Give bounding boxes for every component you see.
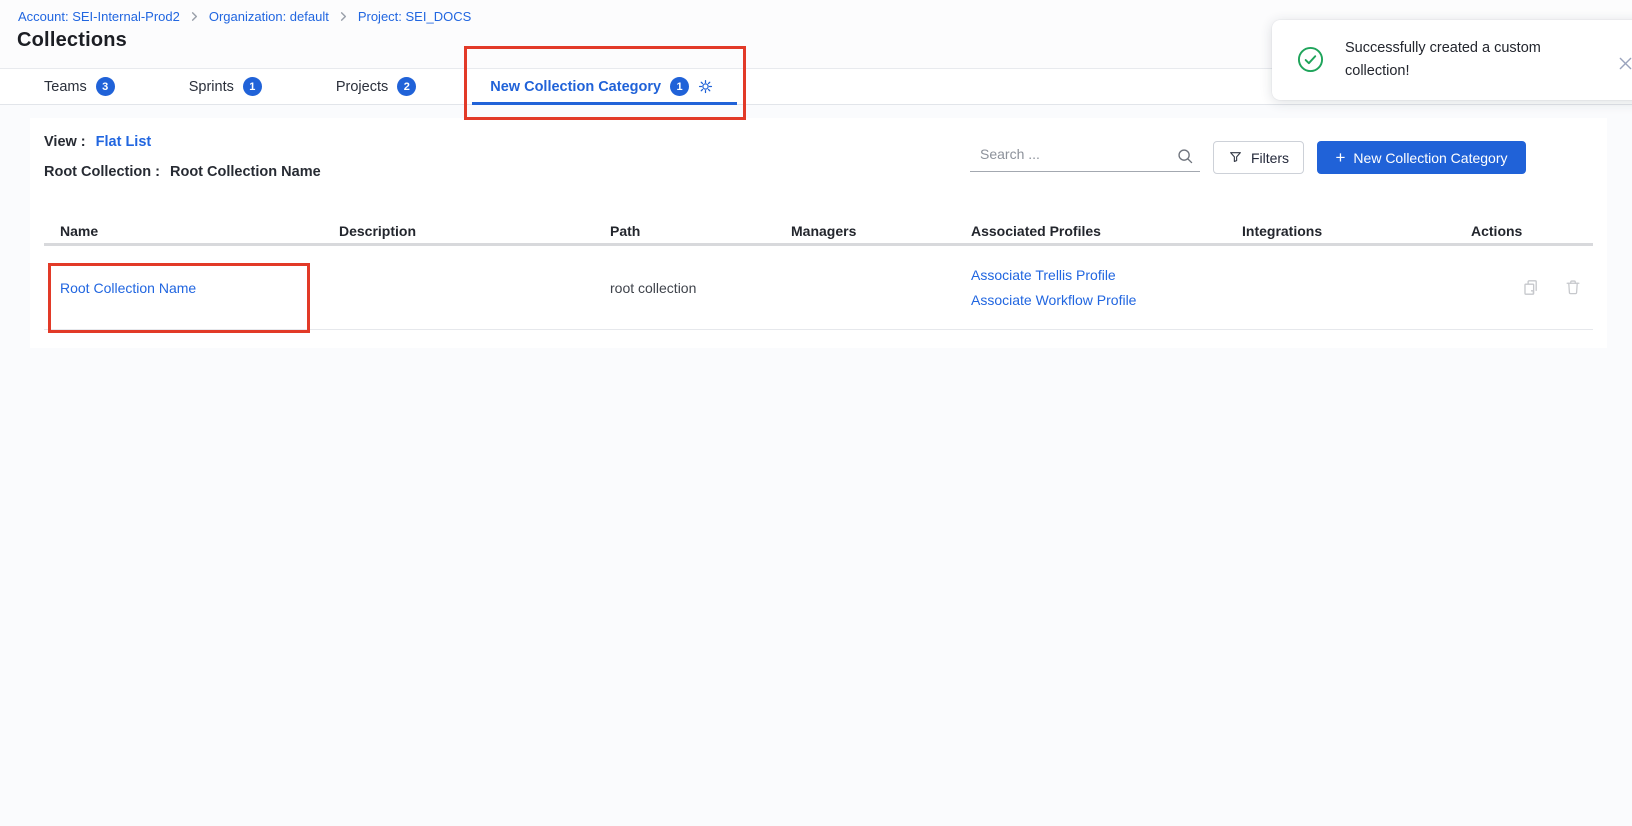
tab-label: Teams <box>44 79 87 95</box>
root-collection-value: Root Collection Name <box>170 164 321 180</box>
column-header-name: Name <box>44 223 323 239</box>
collection-name-link[interactable]: Root Collection Name <box>60 280 196 296</box>
check-circle-icon <box>1297 46 1324 78</box>
tab-sprints[interactable]: Sprints 1 <box>171 69 280 104</box>
cell-path: root collection <box>594 280 775 296</box>
new-collection-category-button-label: New Collection Category <box>1353 150 1507 166</box>
column-header-managers: Managers <box>775 223 955 239</box>
toast-success: Successfully created a custom collection… <box>1272 20 1632 100</box>
breadcrumb-organization-link[interactable]: Organization: default <box>209 9 329 24</box>
close-icon[interactable] <box>1618 56 1632 71</box>
collections-panel: View : Flat List Root Collection : Root … <box>30 118 1607 348</box>
associate-trellis-profile-link[interactable]: Associate Trellis Profile <box>971 267 1116 283</box>
collections-table: Name Description Path Managers Associate… <box>30 218 1607 330</box>
table-header-row: Name Description Path Managers Associate… <box>44 218 1593 246</box>
column-header-associated-profiles: Associated Profiles <box>955 223 1226 239</box>
tab-label: Projects <box>336 79 388 95</box>
associate-workflow-profile-link[interactable]: Associate Workflow Profile <box>971 292 1136 308</box>
breadcrumb-project-link[interactable]: Project: SEI_DOCS <box>358 9 471 24</box>
tab-count-badge: 2 <box>397 77 416 96</box>
cell-name: Root Collection Name <box>44 280 323 296</box>
cell-associated-profiles: Associate Trellis Profile Associate Work… <box>955 267 1226 308</box>
breadcrumb: Account: SEI-Internal-Prod2 Organization… <box>18 9 471 24</box>
breadcrumb-account-link[interactable]: Account: SEI-Internal-Prod2 <box>18 9 180 24</box>
tab-count-badge: 1 <box>670 77 689 96</box>
tab-new-collection-category[interactable]: New Collection Category 1 <box>472 69 737 104</box>
view-flat-list-link[interactable]: Flat List <box>96 134 152 150</box>
copy-icon[interactable] <box>1521 278 1540 297</box>
gear-icon[interactable] <box>698 79 713 94</box>
cell-actions <box>1455 278 1593 297</box>
search-field <box>970 142 1200 172</box>
new-collection-category-button[interactable]: + New Collection Category <box>1317 141 1526 174</box>
tab-count-badge: 1 <box>243 77 262 96</box>
tab-label: New Collection Category <box>490 79 661 95</box>
column-header-actions: Actions <box>1455 223 1593 239</box>
tab-projects[interactable]: Projects 2 <box>318 69 434 104</box>
chevron-right-icon <box>338 11 349 22</box>
search-icon[interactable] <box>1176 147 1194 170</box>
view-label: View : <box>44 134 86 150</box>
column-header-description: Description <box>323 223 594 239</box>
chevron-right-icon <box>189 11 200 22</box>
filters-button-label: Filters <box>1251 150 1289 166</box>
column-header-path: Path <box>594 223 775 239</box>
page-title: Collections <box>17 29 127 52</box>
plus-icon: + <box>1335 149 1345 166</box>
root-collection-label: Root Collection : <box>44 164 160 180</box>
tab-teams[interactable]: Teams 3 <box>26 69 133 104</box>
trash-icon[interactable] <box>1564 278 1582 297</box>
toast-message: Successfully created a custom collection… <box>1345 37 1580 83</box>
tab-count-badge: 3 <box>96 77 115 96</box>
search-input[interactable] <box>970 142 1200 171</box>
filters-button[interactable]: Filters <box>1213 141 1304 174</box>
tab-label: Sprints <box>189 79 234 95</box>
table-row: Root Collection Name root collection Ass… <box>44 246 1593 330</box>
column-header-integrations: Integrations <box>1226 223 1455 239</box>
funnel-icon <box>1228 150 1243 165</box>
